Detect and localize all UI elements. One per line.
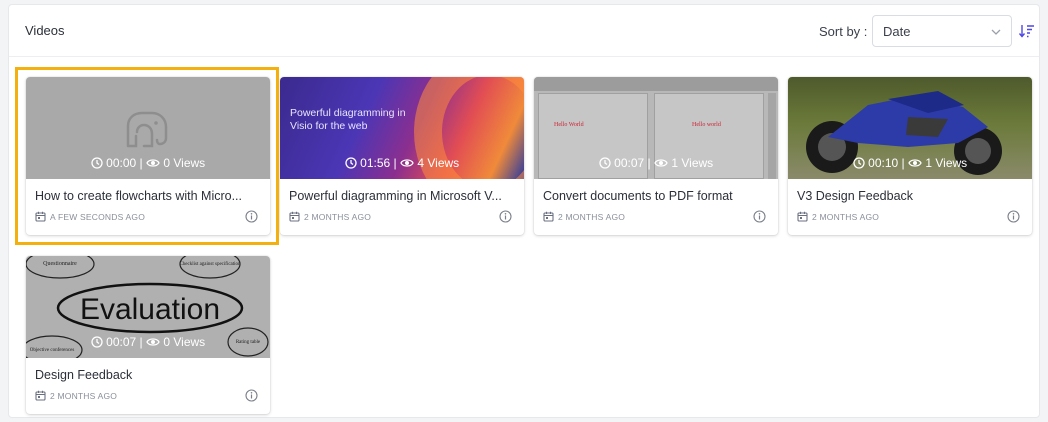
- diagram-label: Checklist against specification: [179, 262, 241, 267]
- document-text: Hello world: [692, 122, 721, 128]
- info-icon[interactable]: [245, 210, 258, 223]
- calendar-icon: [35, 390, 46, 401]
- panel-header: Videos Sort by : Date: [9, 5, 1039, 57]
- video-date: 2 MONTHS AGO: [797, 211, 879, 222]
- video-title[interactable]: V3 Design Feedback: [797, 189, 1019, 203]
- sort-select[interactable]: Date: [872, 15, 1012, 47]
- video-meta: 00:07 | 0 Views: [26, 335, 270, 349]
- sort-label: Sort by :: [819, 24, 868, 39]
- thumbnail-caption: Powerful diagramming in Visio for the we…: [290, 107, 406, 132]
- info-icon[interactable]: [499, 210, 512, 223]
- clock-icon: [91, 336, 103, 348]
- video-title[interactable]: Convert documents to PDF format: [543, 189, 765, 203]
- video-meta: 01:56 | 4 Views: [280, 156, 524, 170]
- sort-select-value: Date: [883, 24, 911, 39]
- video-meta: 00:07 | 1 Views: [534, 156, 778, 170]
- calendar-icon: [797, 211, 808, 222]
- diagram-label: Questionnaire: [43, 261, 77, 267]
- video-views: 4 Views: [417, 156, 460, 170]
- clock-icon: [91, 157, 103, 169]
- sort-descending-icon[interactable]: [1018, 22, 1036, 40]
- document-text: Hello World: [554, 122, 584, 128]
- eye-icon: [400, 159, 414, 167]
- video-card[interactable]: Evaluation Questionnaire Checklist again…: [26, 256, 270, 414]
- eye-icon: [908, 159, 922, 167]
- video-card[interactable]: 00:00 | 0 Views How to create flowcharts…: [26, 77, 270, 235]
- video-date: A FEW SECONDS AGO: [35, 211, 145, 222]
- video-card[interactable]: Powerful diagramming in Visio for the we…: [280, 77, 524, 235]
- video-card[interactable]: 00:10 | 1 Views V3 Design Feedback 2 MON…: [788, 77, 1032, 235]
- calendar-icon: [289, 211, 300, 222]
- calendar-icon: [543, 211, 554, 222]
- video-duration: 00:00: [106, 156, 137, 170]
- video-duration: 00:10: [868, 156, 899, 170]
- video-title[interactable]: Powerful diagramming in Microsoft V...: [289, 189, 511, 203]
- chevron-down-icon: [991, 29, 1001, 35]
- video-duration: 00:07: [106, 335, 137, 349]
- video-date: 2 MONTHS AGO: [289, 211, 371, 222]
- clock-icon: [853, 157, 865, 169]
- clock-icon: [599, 157, 611, 169]
- eye-icon: [654, 159, 668, 167]
- info-icon[interactable]: [1007, 210, 1020, 223]
- video-duration: 01:56: [360, 156, 391, 170]
- elephant-placeholder-icon: [126, 111, 168, 148]
- video-views: 0 Views: [163, 156, 206, 170]
- info-icon[interactable]: [753, 210, 766, 223]
- video-meta: 00:00 | 0 Views: [26, 156, 270, 170]
- video-date: 2 MONTHS AGO: [543, 211, 625, 222]
- video-title[interactable]: Design Feedback: [35, 368, 257, 382]
- video-meta: 00:10 | 1 Views: [788, 156, 1032, 170]
- calendar-icon: [35, 211, 46, 222]
- eye-icon: [146, 338, 160, 346]
- video-views: 0 Views: [163, 335, 206, 349]
- evaluation-word: Evaluation: [80, 293, 220, 326]
- video-views: 1 Views: [671, 156, 714, 170]
- clock-icon: [345, 157, 357, 169]
- video-date: 2 MONTHS AGO: [35, 390, 117, 401]
- video-duration: 00:07: [614, 156, 645, 170]
- video-views: 1 Views: [925, 156, 968, 170]
- eye-icon: [146, 159, 160, 167]
- video-card[interactable]: Hello World Hello world 00:07 | 1 Views …: [534, 77, 778, 235]
- video-title[interactable]: How to create flowcharts with Micro...: [35, 189, 257, 203]
- page-title: Videos: [25, 23, 65, 38]
- info-icon[interactable]: [245, 389, 258, 402]
